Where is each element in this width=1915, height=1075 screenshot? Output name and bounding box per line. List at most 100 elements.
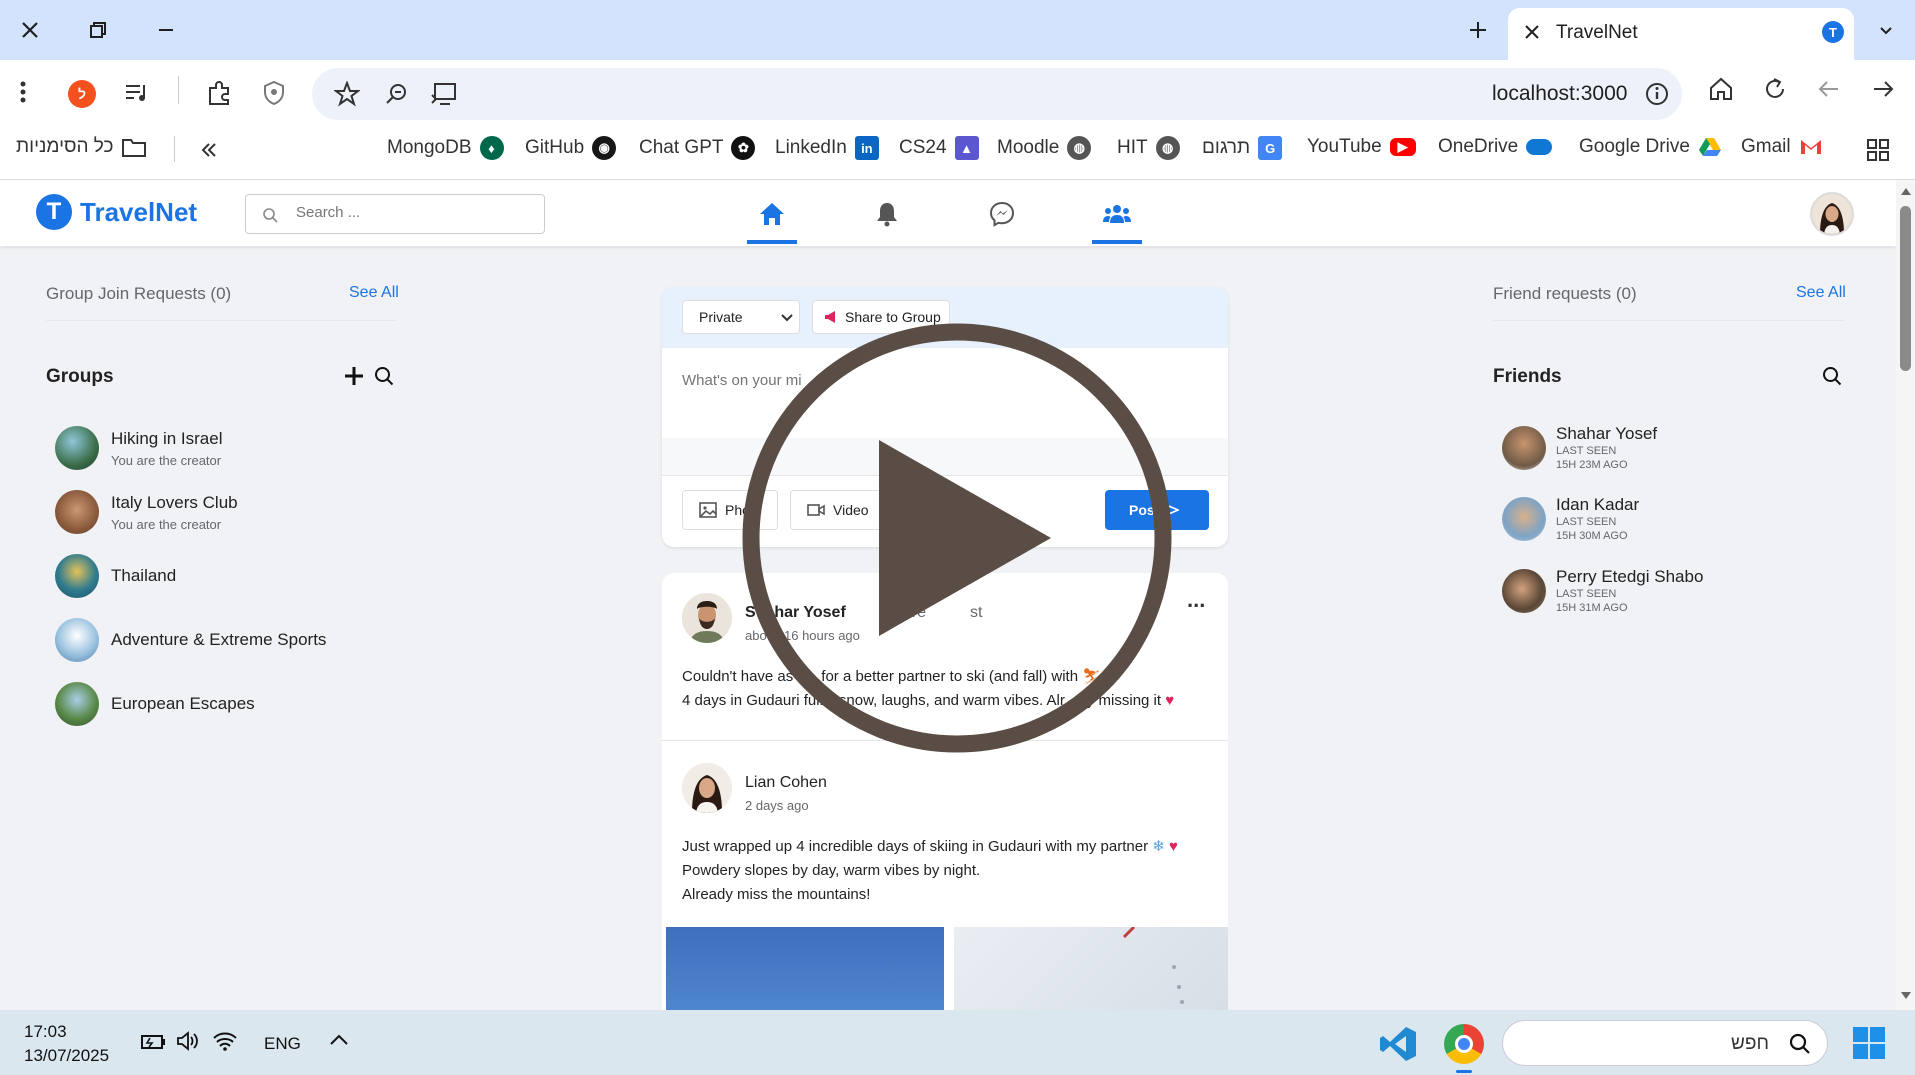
media-control-icon[interactable] [124,82,150,104]
friend-requests-see-all-link[interactable]: See All [1796,284,1846,302]
bookmark-youtube[interactable]: YouTube ▶ [1307,136,1416,158]
post-photo[interactable] [954,927,1228,1010]
brand-logo: T [36,194,72,230]
onedrive-icon [1526,139,1553,155]
scrollbar-thumb[interactable] [1900,206,1911,371]
battery-icon[interactable] [140,1030,166,1052]
group-name: European Escapes [111,694,255,713]
friend-last-seen-ago: 15H 23M AGO [1556,459,1628,471]
google-drive-icon [1698,138,1721,156]
all-bookmarks[interactable]: כל הסימניות [16,136,147,158]
profile-avatar-icon[interactable]: ל [68,80,96,108]
friend-avatar [1502,497,1546,541]
clock-time[interactable]: 17:03 [24,1022,67,1042]
group-join-requests-title: Group Join Requests (0) [46,284,232,303]
menu-dots-icon[interactable] [18,80,28,104]
nav-groups-icon[interactable] [1092,194,1142,234]
graduation-cap-icon: ▲ [954,136,979,160]
post-photo[interactable] [666,927,944,1010]
bookmark-cs24[interactable]: CS24 ▲ [899,136,979,160]
friend-name: Idan Kadar [1556,495,1640,514]
input-language[interactable]: ENG [264,1034,301,1054]
reload-icon[interactable] [1762,76,1788,102]
group-item-thailand[interactable]: Thailand [55,554,176,598]
group-item-european-escapes[interactable]: European Escapes [55,682,255,726]
friend-name: Shahar Yosef [1556,424,1658,443]
group-item-adventure-extreme-sports[interactable]: Adventure & Extreme Sports [55,618,326,662]
bookmark-github[interactable]: GitHub ◉ [525,136,617,160]
back-arrow-icon[interactable] [1816,76,1842,102]
shield-icon[interactable] [262,80,286,106]
friend-item-idan-kadar[interactable]: Idan Kadar LAST SEEN 15H 30M AGO [1502,495,1639,543]
taskbar-search-box[interactable]: חפש [1502,1020,1828,1066]
restore-window-icon[interactable] [80,12,116,48]
group-search-icon[interactable] [374,366,394,386]
my-avatar[interactable] [1810,192,1854,236]
post-menu-icon[interactable]: ... [1187,587,1205,613]
group-item-hiking-in-israel[interactable]: Hiking in Israel You are the creator [55,426,223,470]
youtube-icon: ▶ [1389,138,1416,156]
volume-icon[interactable] [176,1030,200,1052]
video-play-overlay-icon[interactable] [741,322,1173,754]
close-tab-icon[interactable] [1522,22,1542,42]
bookmark-onedrive[interactable]: OneDrive [1438,136,1553,158]
bookmark-chatgpt[interactable]: Chat GPT ✿ [639,136,756,160]
brand-name: TravelNet [80,196,198,227]
address-bar[interactable]: localhost:3000 [312,68,1682,120]
new-tab-icon[interactable] [1460,12,1496,48]
page-scrollbar[interactable] [1896,180,1915,1010]
friend-search-icon[interactable] [1822,366,1842,386]
scroll-up-arrow-icon[interactable] [1901,188,1911,195]
heart-icon: ♥ [1169,838,1178,855]
bookmark-hit[interactable]: HIT ◍ [1117,136,1180,160]
tab-search-icon[interactable] [1868,12,1904,48]
nav-messenger-icon[interactable] [977,194,1027,234]
post-author-avatar[interactable] [682,593,732,643]
friend-item-perry-etedgi-shabo[interactable]: Perry Etedgi Shabo LAST SEEN 15H 31M AGO [1502,567,1703,615]
nav-home-icon[interactable] [747,194,797,234]
search-input[interactable] [296,204,526,221]
bookmarks-divider [174,136,175,162]
group-item-italy-lovers-club[interactable]: Italy Lovers Club You are the creator [55,490,238,534]
browser-toolbar: ל localhost:3000 [0,60,1915,120]
bookmark-moodle[interactable]: Moodle ◍ [997,136,1092,160]
search-box[interactable] [245,194,545,234]
cast-icon[interactable] [430,81,458,107]
zoom-icon[interactable] [384,81,410,107]
brand[interactable]: T TravelNet [36,194,197,230]
bookmark-star-icon[interactable] [334,81,360,107]
apps-grid-icon[interactable] [1866,138,1890,162]
bookmark-mongodb[interactable]: MongoDB ♦ [387,136,504,160]
scroll-down-arrow-icon[interactable] [1901,992,1911,999]
nav-notifications-icon[interactable] [862,194,912,234]
taskbar-search-text: חפש [1731,1033,1769,1054]
browser-tab[interactable]: TravelNet T [1508,8,1854,60]
taskbar-search-icon [1789,1033,1811,1055]
forward-arrow-icon[interactable] [1870,76,1896,102]
group-requests-see-all-link[interactable]: See All [349,284,399,302]
vscode-icon[interactable] [1378,1024,1418,1064]
clock-date[interactable]: 13/07/2025 [24,1046,109,1066]
bookmark-google-drive[interactable]: Google Drive [1579,136,1722,158]
wifi-icon[interactable] [212,1030,238,1052]
post-author-name[interactable]: Lian Cohen [745,774,827,792]
close-window-icon[interactable] [12,12,48,48]
home-icon[interactable] [1708,76,1734,102]
extensions-icon[interactable] [206,80,232,106]
friend-requests-title: Friend requests (0) [1493,284,1637,303]
url-text[interactable]: localhost:3000 [1492,82,1627,106]
bookmark-linkedin[interactable]: LinkedIn in [775,136,879,160]
bookmark-gmail[interactable]: Gmail [1741,136,1823,158]
minimize-window-icon[interactable] [148,12,184,48]
windows-start-icon[interactable] [1852,1026,1886,1060]
chrome-icon[interactable] [1444,1024,1484,1064]
group-avatar [55,554,99,598]
bookmark-translate[interactable]: תרגום G [1202,136,1283,160]
add-group-icon[interactable] [343,365,365,387]
os-taskbar: 17:03 13/07/2025 ENG חפש [0,1010,1915,1075]
tray-chevron-up-icon[interactable] [328,1032,350,1048]
post-author-avatar[interactable] [682,763,732,813]
site-info-icon[interactable] [1644,81,1670,107]
friend-item-shahar-yosef[interactable]: Shahar Yosef LAST SEEN 15H 23M AGO [1502,424,1657,472]
collapse-chevrons-icon[interactable] [198,139,220,161]
